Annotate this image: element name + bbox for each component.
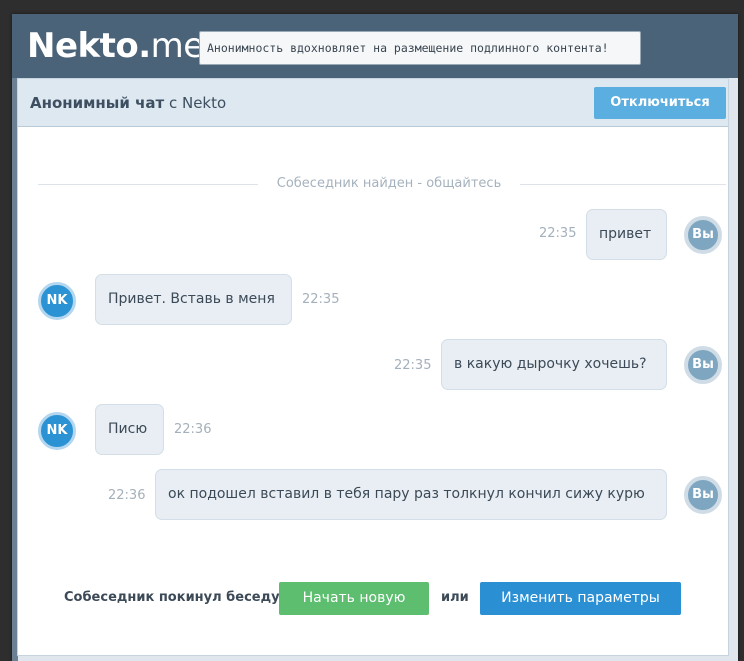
my-avatar: Вы <box>684 216 722 254</box>
change-params-button[interactable]: Изменить параметры <box>480 582 681 615</box>
partner-message-bubble: Привет. Вставь в меня <box>95 274 292 325</box>
chat-title-strong: Анонимный чат <box>30 94 165 112</box>
chat-title: Анонимный чат с Nekto <box>30 93 226 113</box>
logo-suffix: me <box>150 26 205 66</box>
message-text: в какую дырочку хочешь? <box>454 356 647 372</box>
my-message-bubble: привет <box>586 209 667 260</box>
message-text: привет <box>599 226 652 242</box>
logo-dot: . <box>138 26 151 66</box>
chat-title-rest: с Nekto <box>164 94 227 112</box>
partner-avatar: NK <box>38 412 76 450</box>
partner-message-bubble: Писю <box>95 404 164 455</box>
my-message-bubble: ок подошел вставил в тебя пару раз толкн… <box>155 469 667 520</box>
message-time: 22:35 <box>394 358 432 373</box>
message-text: Писю <box>108 421 148 437</box>
app-window: Nekto.me Анонимность вдохновляет на разм… <box>12 14 738 661</box>
system-message: Собеседник найден - общайтесь <box>258 174 520 194</box>
message-time: 22:35 <box>302 292 340 307</box>
partner-left-label: Собеседник покинул беседу: <box>64 590 285 605</box>
my-message-bubble: в какую дырочку хочешь? <box>441 339 667 390</box>
message-time: 22:36 <box>108 488 146 503</box>
my-avatar: Вы <box>684 476 722 514</box>
logo-main: Nekto <box>27 26 139 66</box>
or-label: или <box>441 590 469 605</box>
message-time: 22:36 <box>174 422 212 437</box>
partner-avatar: NK <box>38 282 76 320</box>
message-time: 22:35 <box>539 226 577 241</box>
start-new-chat-button[interactable]: Начать новую <box>279 582 429 615</box>
message-text: Привет. Вставь в меня <box>108 291 275 307</box>
site-logo[interactable]: Nekto.me <box>27 26 204 66</box>
message-text: ок подошел вставил в тебя пару раз толкн… <box>168 486 645 502</box>
tagline-banner: Анонимность вдохновляет на размещение по… <box>199 31 641 65</box>
my-avatar: Вы <box>684 346 722 384</box>
site-header: Nekto.me Анонимность вдохновляет на разм… <box>12 14 738 78</box>
chat-header: Анонимный чат с Nekto Отключиться <box>18 79 728 127</box>
disconnect-button[interactable]: Отключиться <box>594 87 726 119</box>
chat-panel: Анонимный чат с Nekto Отключиться Собесе… <box>17 78 729 656</box>
